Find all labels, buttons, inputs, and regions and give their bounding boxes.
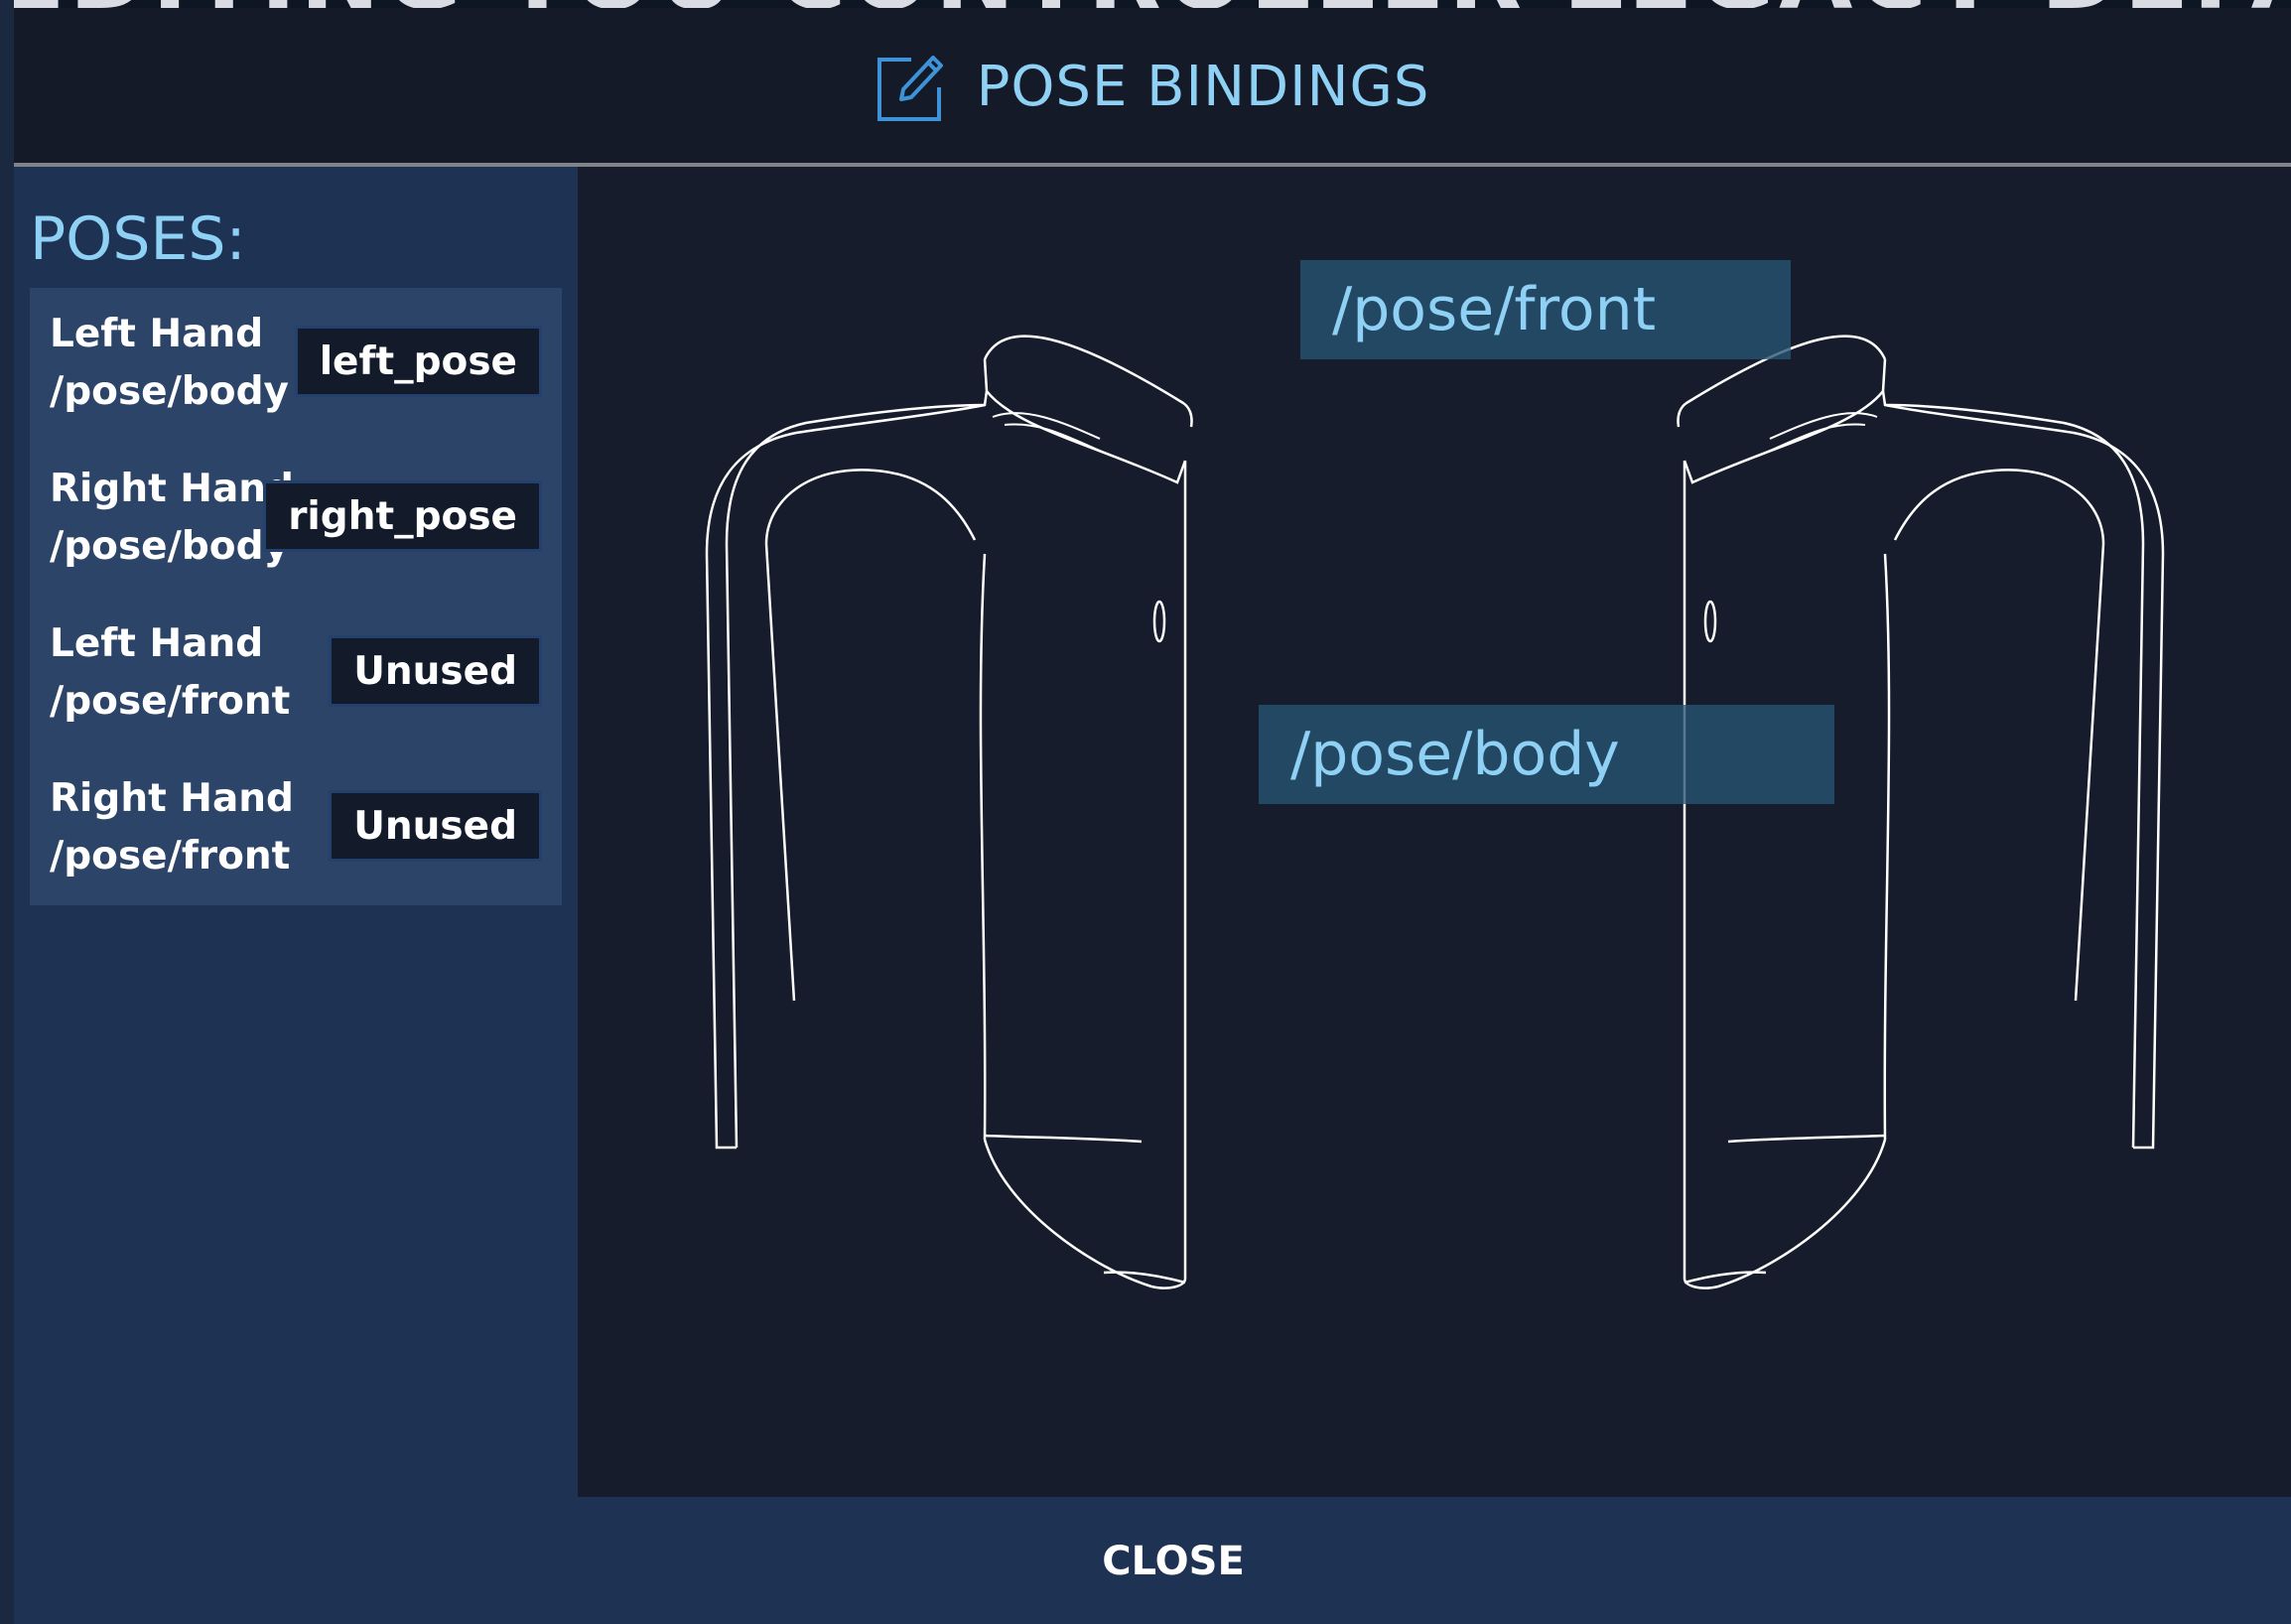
pose-binding-button[interactable]: left_pose xyxy=(294,326,542,397)
pose-hand: Right Hand xyxy=(50,776,294,821)
pose-list: Left Hand /pose/body left_pose Right Han… xyxy=(30,288,562,905)
pose-row-left-body: Left Hand /pose/body left_pose xyxy=(30,288,562,437)
poses-sidebar: POSES: Left Hand /pose/body left_pose Ri… xyxy=(14,167,578,1624)
pose-label: Left Hand /pose/front xyxy=(50,615,290,731)
pose-row-left-front: Left Hand /pose/front Unused xyxy=(30,598,562,746)
close-button[interactable]: CLOSE xyxy=(1084,1527,1263,1596)
pose-hand: Left Hand xyxy=(50,621,264,666)
pose-hand: Right Hand xyxy=(50,467,294,511)
pose-path: /pose/front xyxy=(50,679,291,724)
controller-viewport: /pose/front /pose/body xyxy=(578,167,2291,1497)
header-title-group: POSE BINDINGS xyxy=(14,8,2291,167)
pose-row-right-front: Right Hand /pose/front Unused xyxy=(30,752,562,901)
right-controller-drawing xyxy=(1677,335,2165,1289)
pose-hand: Left Hand xyxy=(50,312,264,356)
pose-body-tag[interactable]: /pose/body xyxy=(1259,705,1834,804)
pose-bindings-dialog: POSE BINDINGS POSES: Left Hand /pose/bod… xyxy=(14,8,2291,1624)
pose-binding-button[interactable]: Unused xyxy=(329,790,542,862)
pose-label: Left Hand /pose/body xyxy=(50,306,289,421)
pose-row-right-body: Right Hand /pose/body right_pose xyxy=(30,443,562,592)
dialog-footer: CLOSE xyxy=(578,1497,2291,1624)
pose-front-tag[interactable]: /pose/front xyxy=(1300,260,1791,359)
pose-path: /pose/body xyxy=(50,524,289,569)
dialog-title: POSE BINDINGS xyxy=(976,55,1430,119)
pose-label: Right Hand /pose/body xyxy=(50,461,294,576)
pose-binding-button[interactable]: right_pose xyxy=(263,480,542,552)
controller-illustration xyxy=(705,335,2165,1289)
poses-heading: POSES: xyxy=(30,204,246,274)
pose-binding-button[interactable]: Unused xyxy=(329,635,542,707)
pose-path: /pose/body xyxy=(50,369,289,414)
background-window-edge xyxy=(0,0,14,1624)
left-controller-drawing xyxy=(705,335,1193,1289)
pose-path: /pose/front xyxy=(50,834,291,879)
edit-icon xyxy=(876,56,943,121)
pose-label: Right Hand /pose/front xyxy=(50,770,294,885)
dialog-header: POSE BINDINGS xyxy=(14,8,2291,167)
